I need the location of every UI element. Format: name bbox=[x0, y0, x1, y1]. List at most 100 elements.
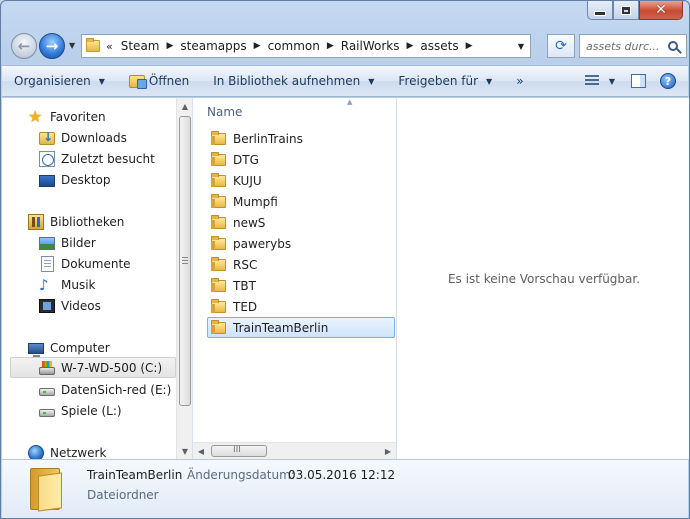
forward-button[interactable]: → bbox=[39, 33, 65, 59]
breadcrumb-common[interactable]: common bbox=[268, 39, 320, 53]
breadcrumb-steam[interactable]: Steam bbox=[121, 39, 160, 53]
chevron-right-icon[interactable]: ▶ bbox=[327, 41, 334, 51]
folder-icon bbox=[211, 256, 226, 271]
navigation-bar: ← → ▼ « Steam ▶ steamapps ▶ common ▶ Rai… bbox=[9, 31, 687, 61]
recent-places-icon bbox=[39, 150, 55, 167]
nav-recent[interactable]: Zuletzt besucht bbox=[39, 148, 155, 169]
nav-downloads[interactable]: Downloads bbox=[39, 127, 127, 148]
back-button[interactable]: ← bbox=[11, 33, 37, 59]
file-name: KUJU bbox=[233, 173, 262, 188]
horizontal-scroll-thumb[interactable]: III bbox=[211, 445, 267, 457]
star-icon: ★ bbox=[28, 106, 43, 126]
organize-label: Organisieren bbox=[14, 74, 91, 88]
search-box[interactable] bbox=[579, 34, 687, 58]
address-bar[interactable]: « Steam ▶ steamapps ▶ common ▶ RailWorks… bbox=[81, 34, 531, 58]
chevron-right-icon[interactable]: ▶ bbox=[166, 41, 173, 51]
scroll-up-icon[interactable]: ▲ bbox=[177, 98, 193, 114]
more-label: » bbox=[516, 74, 524, 88]
nav-label: Spiele (L:) bbox=[61, 403, 122, 418]
nav-label: Downloads bbox=[61, 130, 127, 145]
minimize-button[interactable] bbox=[587, 1, 613, 20]
more-commands-button[interactable]: » bbox=[504, 68, 535, 94]
folder-icon bbox=[86, 38, 100, 52]
scroll-left-icon[interactable]: ◀ bbox=[193, 443, 209, 459]
nav-scroll-thumb[interactable] bbox=[179, 116, 191, 406]
chevron-right-icon[interactable]: ▶ bbox=[466, 41, 473, 51]
column-header-label: Name bbox=[207, 105, 243, 119]
nav-music[interactable]: ♪ Musik bbox=[39, 274, 96, 295]
address-dropdown-icon[interactable]: ▼ bbox=[512, 42, 530, 51]
list-item[interactable]: newS bbox=[208, 212, 396, 233]
file-name: DTG bbox=[233, 152, 259, 167]
share-button[interactable]: Freigeben für ▼ bbox=[386, 68, 504, 94]
include-library-button[interactable]: In Bibliothek aufnehmen ▼ bbox=[201, 68, 386, 94]
music-icon: ♪ bbox=[39, 275, 49, 294]
change-view-icon[interactable] bbox=[584, 75, 599, 87]
scroll-down-icon[interactable]: ▼ bbox=[177, 443, 193, 459]
file-name: TBT bbox=[233, 278, 256, 293]
breadcrumb-railworks[interactable]: RailWorks bbox=[341, 39, 400, 53]
column-header-name[interactable]: Name ▲ bbox=[207, 98, 352, 122]
file-name: RSC bbox=[233, 257, 258, 272]
chevron-down-icon: ▼ bbox=[98, 76, 105, 86]
network-icon bbox=[28, 444, 44, 459]
nav-favorites[interactable]: ★ Favoriten bbox=[28, 106, 106, 127]
close-button[interactable]: ✕ bbox=[639, 1, 683, 20]
details-modified-value[interactable]: 03.05.2016 12:12 bbox=[288, 468, 395, 482]
command-bar: Organisieren ▼ Öffnen In Bibliothek aufn… bbox=[2, 65, 688, 97]
view-options-button[interactable]: ▼ bbox=[605, 68, 619, 94]
nav-libraries[interactable]: Bibliotheken bbox=[28, 211, 124, 232]
nav-network[interactable]: Netzwerk bbox=[28, 442, 106, 459]
nav-drive-l[interactable]: Spiele (L:) bbox=[39, 400, 122, 421]
breadcrumb-steamapps[interactable]: steamapps bbox=[180, 39, 246, 53]
history-dropdown-icon[interactable]: ▼ bbox=[69, 41, 75, 50]
grip-icon: III bbox=[233, 445, 241, 455]
list-item[interactable]: TED bbox=[208, 296, 396, 317]
documents-icon bbox=[41, 255, 54, 272]
details-modified-label: Änderungsdatum: bbox=[187, 468, 295, 482]
nav-documents[interactable]: Dokumente bbox=[39, 253, 131, 274]
arrow-left-icon: ← bbox=[17, 36, 31, 55]
breadcrumb-overflow[interactable]: « bbox=[106, 40, 113, 53]
chevron-right-icon[interactable]: ▶ bbox=[406, 41, 413, 51]
nav-drive-e[interactable]: DatenSich-red (E:) bbox=[39, 379, 171, 400]
help-icon[interactable]: ? bbox=[660, 73, 676, 89]
preview-pane-icon[interactable] bbox=[631, 74, 646, 88]
chevron-right-icon[interactable]: ▶ bbox=[254, 41, 261, 51]
breadcrumb-assets[interactable]: assets bbox=[420, 39, 458, 53]
nav-videos[interactable]: Videos bbox=[39, 295, 101, 316]
folder-icon bbox=[211, 151, 226, 166]
nav-label: Bibliotheken bbox=[50, 214, 125, 229]
downloads-icon bbox=[39, 130, 55, 145]
scroll-right-icon[interactable]: ▶ bbox=[380, 443, 396, 459]
organize-button[interactable]: Organisieren ▼ bbox=[2, 68, 117, 94]
close-icon: ✕ bbox=[655, 2, 667, 18]
list-item-selected[interactable]: TrainTeamBerlin bbox=[207, 317, 395, 338]
file-name: TED bbox=[233, 299, 258, 314]
refresh-button[interactable]: ⟳ bbox=[547, 34, 575, 58]
search-input[interactable] bbox=[586, 39, 664, 53]
file-list-horizontal-scrollbar[interactable]: ◀ III ▶ bbox=[193, 442, 396, 459]
list-item[interactable]: RSC bbox=[208, 254, 396, 275]
open-button[interactable]: Öffnen bbox=[117, 68, 201, 94]
list-item[interactable]: KUJU bbox=[208, 170, 396, 191]
nav-desktop[interactable]: Desktop bbox=[39, 169, 111, 190]
nav-pictures[interactable]: Bilder bbox=[39, 232, 96, 253]
explorer-window: ✕ ← → ▼ « Steam ▶ steamapps ▶ common ▶ R… bbox=[0, 0, 690, 519]
nav-drive-c[interactable]: W-7-WD-500 (C:) bbox=[10, 357, 176, 378]
nav-vertical-scrollbar[interactable]: ▲ ▼ bbox=[176, 98, 192, 459]
library-icon bbox=[28, 213, 44, 230]
nav-computer[interactable]: Computer bbox=[28, 337, 110, 359]
system-drive-icon bbox=[39, 360, 55, 375]
list-item[interactable]: TBT bbox=[208, 275, 396, 296]
share-label: Freigeben für bbox=[398, 74, 479, 88]
details-name: TrainTeamBerlin bbox=[87, 468, 183, 482]
maximize-button[interactable] bbox=[613, 1, 639, 20]
list-item[interactable]: pawerybs bbox=[208, 233, 396, 254]
nav-label: Netzwerk bbox=[50, 445, 107, 460]
search-icon[interactable] bbox=[668, 41, 678, 51]
list-item[interactable]: Mumpfi bbox=[208, 191, 396, 212]
details-type: Dateiordner bbox=[87, 488, 159, 502]
list-item[interactable]: DTG bbox=[208, 149, 396, 170]
list-item[interactable]: BerlinTrains bbox=[208, 128, 396, 149]
